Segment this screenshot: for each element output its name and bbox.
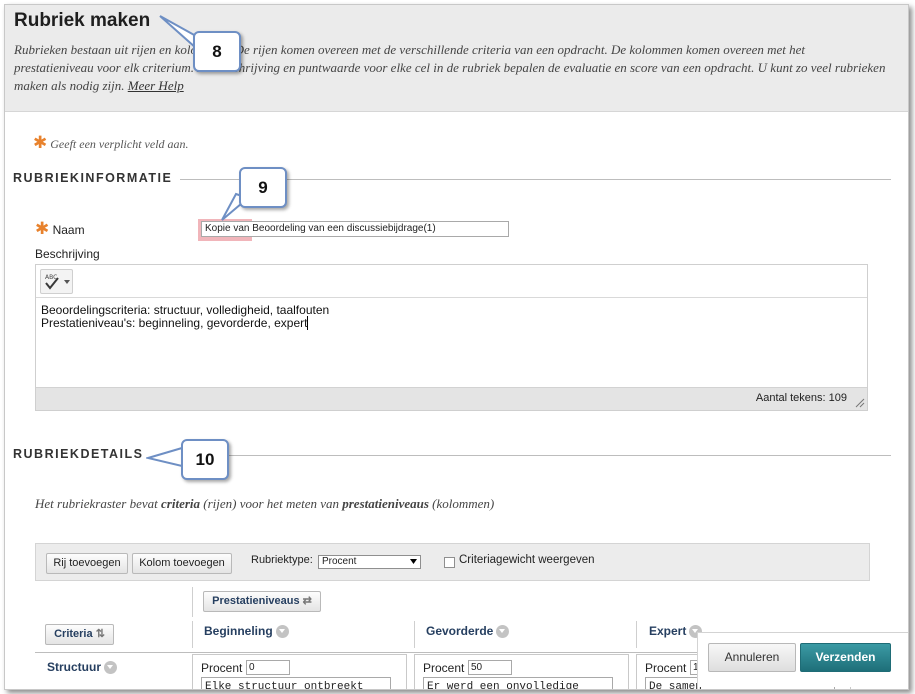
description-label: Beschrijving	[35, 247, 100, 261]
submit-button[interactable]: Verzenden	[800, 643, 891, 672]
char-count: Aantal tekens: 109	[755, 392, 847, 404]
sort-arrows-icon: ⇅	[95, 628, 105, 640]
rubric-type-label: Rubriektype:	[251, 554, 313, 566]
row-header-structure[interactable]: Structuur	[47, 660, 117, 675]
name-label: ✱ Naam	[35, 219, 85, 239]
performance-levels-button[interactable]: Prestatieniveaus ⇄	[203, 591, 321, 612]
cancel-button[interactable]: Annuleren	[708, 643, 796, 672]
rubric-cell: Procent 50 Er werd een onvolledige	[414, 654, 629, 689]
required-asterisk-icon: ✱	[35, 219, 50, 239]
callout-badge-8: 8	[193, 31, 241, 72]
dropdown-arrow-icon	[410, 559, 417, 564]
cell-percent-input[interactable]: 50	[468, 660, 512, 675]
cell-description-input[interactable]: Elke structuur ontbreekt	[201, 677, 391, 689]
grid-divider	[192, 587, 193, 617]
callout-badge-9: 9	[239, 167, 287, 208]
required-field-note: ✱ Geeft een verplicht veld aan.	[33, 133, 189, 153]
page-frame: Rubriek maken Rubrieken bestaan uit rije…	[4, 4, 909, 690]
grid-toolbar: Rij toevoegen Kolom toevoegen Rubriektyp…	[35, 543, 870, 581]
page-intro: Rubrieken bestaan uit rijen en kolommen.…	[14, 41, 886, 95]
resize-handle-icon[interactable]	[855, 398, 865, 408]
help-link[interactable]: Meer Help	[128, 78, 184, 93]
chevron-down-icon[interactable]	[104, 661, 117, 675]
add-column-button[interactable]: Kolom toevoegen	[132, 553, 232, 574]
description-text[interactable]: Beoordelingscriteria: structuur, volledi…	[41, 304, 329, 330]
callout-pointer	[146, 446, 183, 468]
submit-bar: Annuleren Verzenden	[697, 632, 908, 687]
section-title-rubric-details: RUBRIEKDETAILS	[13, 447, 144, 461]
criteria-weight-checkbox[interactable]	[444, 557, 455, 568]
add-row-button[interactable]: Rij toevoegen	[46, 553, 128, 574]
column-header-intermediate[interactable]: Gevorderde	[426, 624, 510, 639]
rubric-cell: Procent 0 Elke structuur ontbreekt	[192, 654, 407, 689]
section-title-rubric-info: RUBRIEKINFORMATIE	[13, 171, 173, 185]
criteria-weight-label: Criteriagewicht weergeven	[459, 554, 595, 566]
swap-icon: ⇄	[302, 595, 312, 607]
grid-divider	[636, 621, 637, 648]
cell-percent-label: Procent	[423, 661, 465, 675]
details-intro: Het rubriekraster bevat criteria (rijen)…	[35, 496, 495, 511]
rubric-type-select[interactable]: Procent	[318, 555, 421, 569]
chevron-down-icon	[64, 280, 70, 284]
cell-percent-label: Procent	[201, 661, 243, 675]
description-editor[interactable]: ABC Beoordelingscriteria: structuur, vol…	[35, 264, 868, 411]
editor-status-bar: Aantal tekens: 109	[36, 387, 867, 410]
criteria-button[interactable]: Criteria ⇅	[45, 624, 114, 645]
column-header-beginner[interactable]: Beginneling	[204, 624, 289, 639]
cell-percent-label: Procent	[645, 661, 687, 675]
grid-divider	[414, 621, 415, 648]
text-cursor: ​	[307, 316, 309, 330]
required-asterisk-icon: ✱	[33, 133, 48, 153]
chevron-down-icon[interactable]	[496, 625, 510, 639]
spellcheck-button[interactable]: ABC	[40, 269, 73, 294]
page-header: Rubriek maken Rubrieken bestaan uit rije…	[5, 5, 908, 112]
cell-percent-input[interactable]: 0	[246, 660, 290, 675]
cell-description-input[interactable]: Er werd een onvolledige	[423, 677, 613, 689]
section-divider	[155, 455, 891, 456]
chevron-down-icon[interactable]	[275, 625, 289, 639]
column-header-expert[interactable]: Expert	[649, 624, 703, 639]
grid-divider	[192, 621, 193, 648]
editor-toolbar: ABC	[36, 265, 867, 298]
spellcheck-icon: ABC	[45, 274, 70, 290]
page-title: Rubriek maken	[14, 10, 151, 31]
callout-badge-10: 10	[181, 439, 229, 480]
